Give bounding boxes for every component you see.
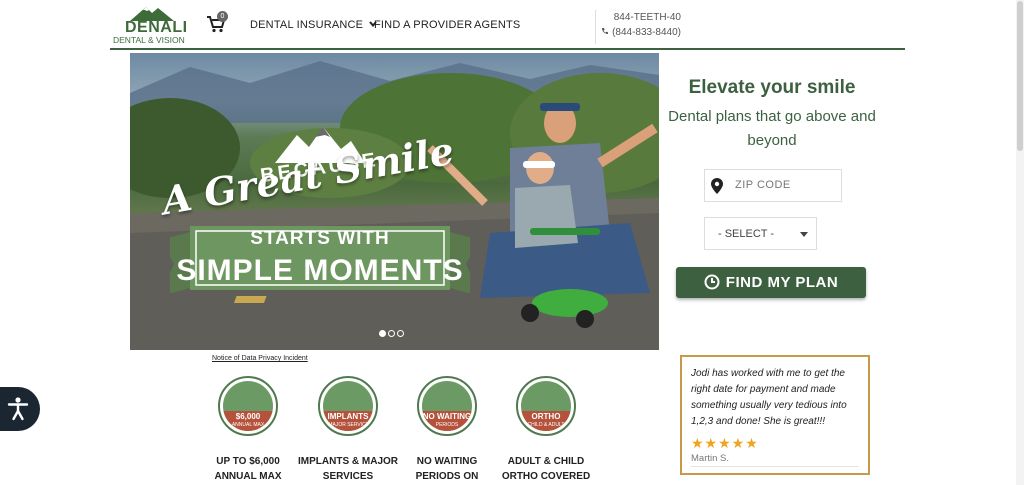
feature-label-1: UP TO $6,000 ANNUAL MAX — [214, 456, 282, 482]
slide-dot-1[interactable] — [379, 330, 386, 337]
braces-badge-icon: ORTHO CHILD & ADULT — [516, 376, 576, 436]
implants-badge-icon: IMPLANTS & MAJOR SERVICES — [318, 376, 378, 436]
accessibility-icon — [7, 397, 29, 421]
feature-no-waiting: NO WAITING PERIODS NO WAITING PERIODS ON — [397, 376, 497, 484]
feature-annual-max: $6,000 ANNUAL MAX UP TO $6,000 ANNUAL MAX — [198, 376, 298, 484]
divider — [691, 466, 859, 467]
nav-dental-insurance-label: DENTAL INSURANCE — [250, 19, 364, 31]
nav-agents[interactable]: AGENTS — [474, 19, 520, 31]
caret-down-icon — [800, 232, 808, 237]
testimonial-card: Jodi has worked with me to get the right… — [680, 355, 870, 475]
badge-sub-1: ANNUAL MAX — [231, 422, 265, 428]
page-scrollbar[interactable] — [1016, 0, 1024, 485]
find-my-plan-label: FIND MY PLAN — [725, 274, 839, 291]
phone-icon — [602, 28, 609, 34]
select-value: - SELECT - — [718, 228, 775, 240]
plan-finder-tagline: Dental plans that go above and beyond — [668, 108, 876, 149]
stopwatch-badge-icon: NO WAITING PERIODS — [417, 376, 477, 436]
phone-number: (844-833-8440) — [612, 27, 681, 38]
ribbon-line-2: SIMPLE MOMENTS — [176, 254, 464, 287]
badge-main-1: $6,000 — [235, 412, 261, 421]
plan-type-select[interactable]: - SELECT - — [704, 217, 817, 250]
clock-icon — [704, 274, 720, 290]
feature-label-4: ADULT & CHILD ORTHO COVERED — [501, 456, 591, 482]
nav-dental-insurance[interactable]: DENTAL INSURANCE — [250, 19, 378, 31]
hero-ribbon: STARTS WITH SIMPLE MOMENTS — [160, 218, 480, 296]
slide-dot-3[interactable] — [397, 330, 404, 337]
badge-sub-3: PERIODS — [435, 422, 459, 428]
testimonial-author: Martin S. — [691, 453, 730, 464]
badge-main-3: NO WAITING — [422, 412, 472, 421]
badge-sub-2: & MAJOR SERVICES — [323, 422, 373, 428]
feature-implants: IMPLANTS & MAJOR SERVICES IMPLANTS & MAJO… — [298, 376, 398, 484]
slide-dot-2[interactable] — [388, 330, 395, 337]
brand-subtitle: DENTAL & VISION — [113, 35, 185, 45]
badge-sub-4: CHILD & ADULT — [527, 422, 565, 428]
feature-label-2: IMPLANTS & MAJOR SERVICES — [298, 456, 398, 482]
feature-label-3: NO WAITING PERIODS ON — [415, 456, 479, 482]
feature-ortho: ORTHO CHILD & ADULT ADULT & CHILD ORTHO C… — [496, 376, 596, 484]
badge-main-4: ORTHO — [531, 412, 561, 421]
plan-finder-title: Elevate your smile — [688, 77, 856, 98]
accessibility-button[interactable] — [0, 387, 40, 431]
ribbon-line-1: STARTS WITH — [250, 228, 390, 249]
phone-vanity[interactable]: 844-TEETH-40 — [614, 12, 681, 23]
site-header: DENALI DENTAL & VISION 0 DENTAL INSURANC… — [110, 0, 905, 50]
zip-code-input[interactable] — [735, 179, 835, 191]
testimonial-quote: Jodi has worked with me to get the right… — [691, 368, 847, 427]
privacy-notice-link[interactable]: Notice of Data Privacy Incident — [212, 355, 308, 362]
badge-main-2: IMPLANTS — [327, 412, 369, 421]
map-marker-icon — [711, 178, 723, 194]
cart-count-badge: 0 — [217, 11, 228, 22]
find-my-plan-button[interactable]: FIND MY PLAN — [676, 267, 866, 298]
nav-find-a-provider[interactable]: FIND A PROVIDER — [374, 19, 472, 31]
hero-banner[interactable]: BECAUSE A Great Smile STARTS WITH SIMPLE… — [130, 53, 659, 350]
phone-number-row[interactable]: (844-833-8440) — [601, 27, 681, 38]
scrollbar-thumb[interactable] — [1017, 1, 1023, 151]
annual-max-badge-icon: $6,000 ANNUAL MAX — [218, 376, 278, 436]
star-rating-icon: ★★★★★ — [691, 435, 759, 451]
zip-code-field[interactable] — [704, 169, 842, 202]
phone-contact: 844-TEETH-40 (844-833-8440) — [595, 10, 685, 44]
slide-indicator — [379, 324, 406, 342]
denali-logo[interactable]: DENALI DENTAL & VISION — [112, 4, 194, 45]
